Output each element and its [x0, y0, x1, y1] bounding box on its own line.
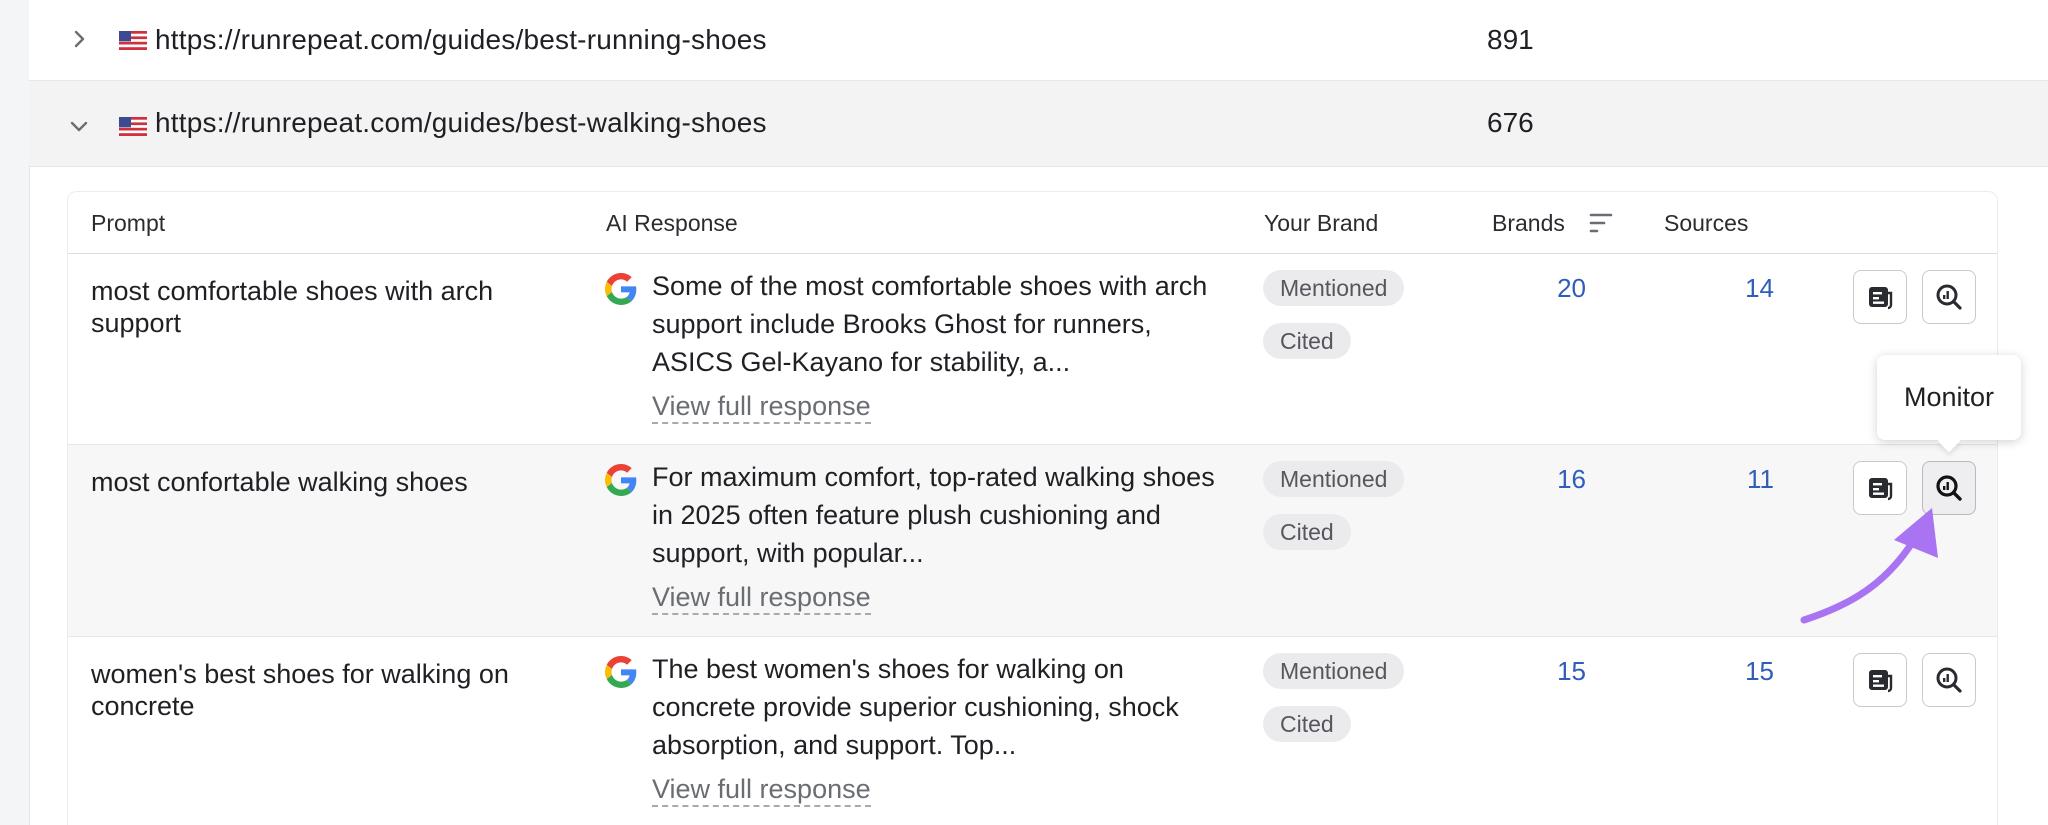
mentioned-badge: Mentioned	[1263, 461, 1405, 497]
monitor-button[interactable]	[1922, 270, 1976, 324]
header-brands[interactable]: Brands	[1492, 210, 1565, 237]
table-row: women's best shoes for walking on concre…	[68, 637, 1997, 825]
sources-count[interactable]: 11	[1694, 464, 1774, 495]
prompt-text: most comfortable shoes with arch support	[91, 276, 494, 338]
view-full-response-link[interactable]: View full response	[652, 581, 871, 615]
prompt-text: women's best shoes for walking on concre…	[91, 659, 509, 721]
header-your-brand: Your Brand	[1264, 210, 1379, 236]
monitor-button[interactable]	[1922, 461, 1976, 515]
view-response-icon	[1869, 670, 1893, 693]
url-row-expanded[interactable]: https://runrepeat.com/guides/best-walkin…	[29, 81, 2048, 167]
table-row: most comfortable shoes with arch support…	[68, 254, 1997, 445]
view-response-button[interactable]	[1853, 653, 1907, 707]
monitor-icon	[1936, 667, 1962, 693]
google-icon	[605, 464, 637, 496]
monitor-icon	[1936, 475, 1962, 501]
url-link[interactable]: https://runrepeat.com/guides/best-walkin…	[155, 107, 767, 139]
us-flag-icon	[119, 117, 147, 136]
header-ai-response: AI Response	[606, 210, 738, 236]
header-prompt: Prompt	[91, 210, 166, 236]
cited-badge: Cited	[1263, 514, 1351, 550]
view-response-button[interactable]	[1853, 270, 1907, 324]
monitor-tooltip: Monitor	[1877, 355, 2021, 440]
sources-count[interactable]: 14	[1694, 273, 1774, 304]
view-full-response-link[interactable]: View full response	[652, 773, 871, 807]
chevron-down-icon[interactable]	[67, 114, 91, 138]
cited-badge: Cited	[1263, 323, 1351, 359]
view-response-icon	[1869, 287, 1893, 310]
prompts-table: Prompt AI Response Your Brand Brands Sou…	[67, 191, 1998, 825]
view-response-button[interactable]	[1853, 461, 1907, 515]
mentioned-badge: Mentioned	[1263, 653, 1405, 689]
ai-response-text: Some of the most comfortable shoes with …	[652, 271, 1208, 377]
url-count: 676	[1487, 107, 1534, 138]
brands-count[interactable]: 15	[1506, 656, 1586, 687]
google-icon	[605, 656, 637, 688]
chevron-right-icon[interactable]	[67, 27, 91, 51]
table-header: Prompt AI Response Your Brand Brands Sou…	[68, 192, 1997, 254]
ai-response-text: For maximum comfort, top-rated walking s…	[652, 462, 1215, 568]
monitor-button[interactable]	[1922, 653, 1976, 707]
monitor-icon	[1936, 284, 1962, 310]
sources-count[interactable]: 15	[1694, 656, 1774, 687]
view-full-response-link[interactable]: View full response	[652, 390, 871, 424]
sort-icon[interactable]	[1588, 211, 1614, 235]
view-response-icon	[1869, 478, 1893, 501]
ai-response-text: The best women's shoes for walking on co…	[652, 654, 1179, 760]
table-row: most confortable walking shoes For maxim…	[68, 445, 1997, 637]
cited-badge: Cited	[1263, 706, 1351, 742]
mentioned-badge: Mentioned	[1263, 270, 1405, 306]
brands-count[interactable]: 16	[1506, 464, 1586, 495]
us-flag-icon	[119, 31, 147, 50]
url-row[interactable]: https://runrepeat.com/guides/best-runnin…	[29, 0, 2048, 81]
url-link[interactable]: https://runrepeat.com/guides/best-runnin…	[155, 24, 767, 56]
header-sources: Sources	[1664, 210, 1749, 236]
prompt-text: most confortable walking shoes	[91, 467, 468, 497]
url-count: 891	[1487, 24, 1534, 55]
brands-count[interactable]: 20	[1506, 273, 1586, 304]
google-icon	[605, 273, 637, 305]
